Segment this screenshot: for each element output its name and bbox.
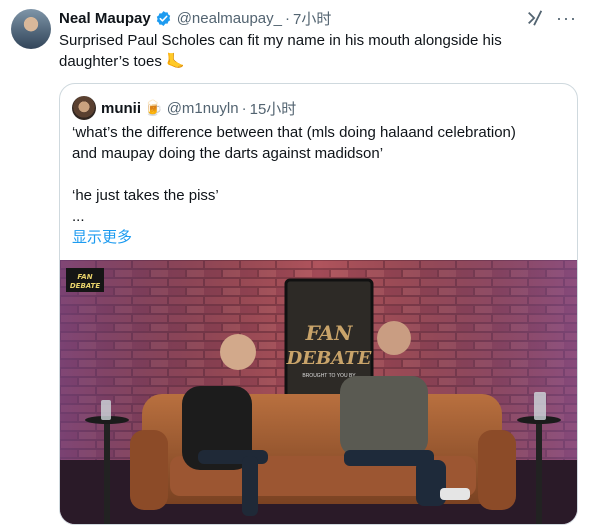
quoted-timestamp[interactable]: 15小时 — [250, 98, 297, 119]
quoted-tweet[interactable]: munii 🍺 @m1nuyln · 15小时 ‘what’s the diff… — [59, 83, 578, 525]
tweet-header: Neal Maupay @nealmaupay_ · 7小时 — [59, 8, 331, 29]
timestamp[interactable]: 7小时 — [293, 8, 331, 29]
media-scene: FAN DEBATE BROUGHT TO YOU BY FAN DEBATE — [60, 260, 577, 524]
quoted-text-line: ... — [72, 208, 85, 225]
show-more-link[interactable]: 显示更多 — [72, 227, 552, 248]
author-avatar[interactable] — [11, 9, 51, 49]
quoted-author-avatar[interactable] — [72, 96, 96, 120]
tweet-text: Surprised Paul Scholes can fit my name i… — [59, 32, 502, 70]
tweet-actions-top: ··· — [526, 9, 577, 27]
quoted-tweet-text: ‘what’s the difference between that (mls… — [72, 122, 552, 248]
separator-dot: · — [241, 99, 247, 117]
beer-emoji-icon: 🍺 — [144, 100, 163, 117]
quoted-media-image[interactable]: FAN DEBATE BROUGHT TO YOU BY FAN DEBATE — [60, 260, 577, 524]
quoted-text-gap — [72, 164, 552, 185]
separator-dot: · — [285, 9, 290, 27]
author-handle[interactable]: @nealmaupay_ — [177, 10, 282, 27]
quoted-text-line: and maupay doing the darts against madid… — [72, 145, 384, 162]
logo-line-2: DEBATE — [70, 282, 100, 290]
quoted-author-name[interactable]: munii — [101, 100, 141, 117]
quoted-tweet-header: munii 🍺 @m1nuyln · 15小时 — [72, 96, 296, 120]
quoted-text-line: ‘what’s the difference between that (mls… — [72, 124, 516, 141]
backdrop-word-2: DEBATE — [286, 348, 372, 369]
grok-icon[interactable] — [526, 9, 544, 27]
quoted-author-handle[interactable]: @m1nuyln — [167, 100, 239, 117]
author-name[interactable]: Neal Maupay — [59, 10, 151, 27]
verified-badge-icon — [156, 10, 170, 26]
logo-line-1: FAN — [77, 273, 92, 281]
more-icon[interactable]: ··· — [556, 9, 577, 27]
backdrop-word-1: FAN — [305, 321, 354, 345]
quoted-text-line: ‘he just takes the piss’ — [72, 187, 219, 204]
